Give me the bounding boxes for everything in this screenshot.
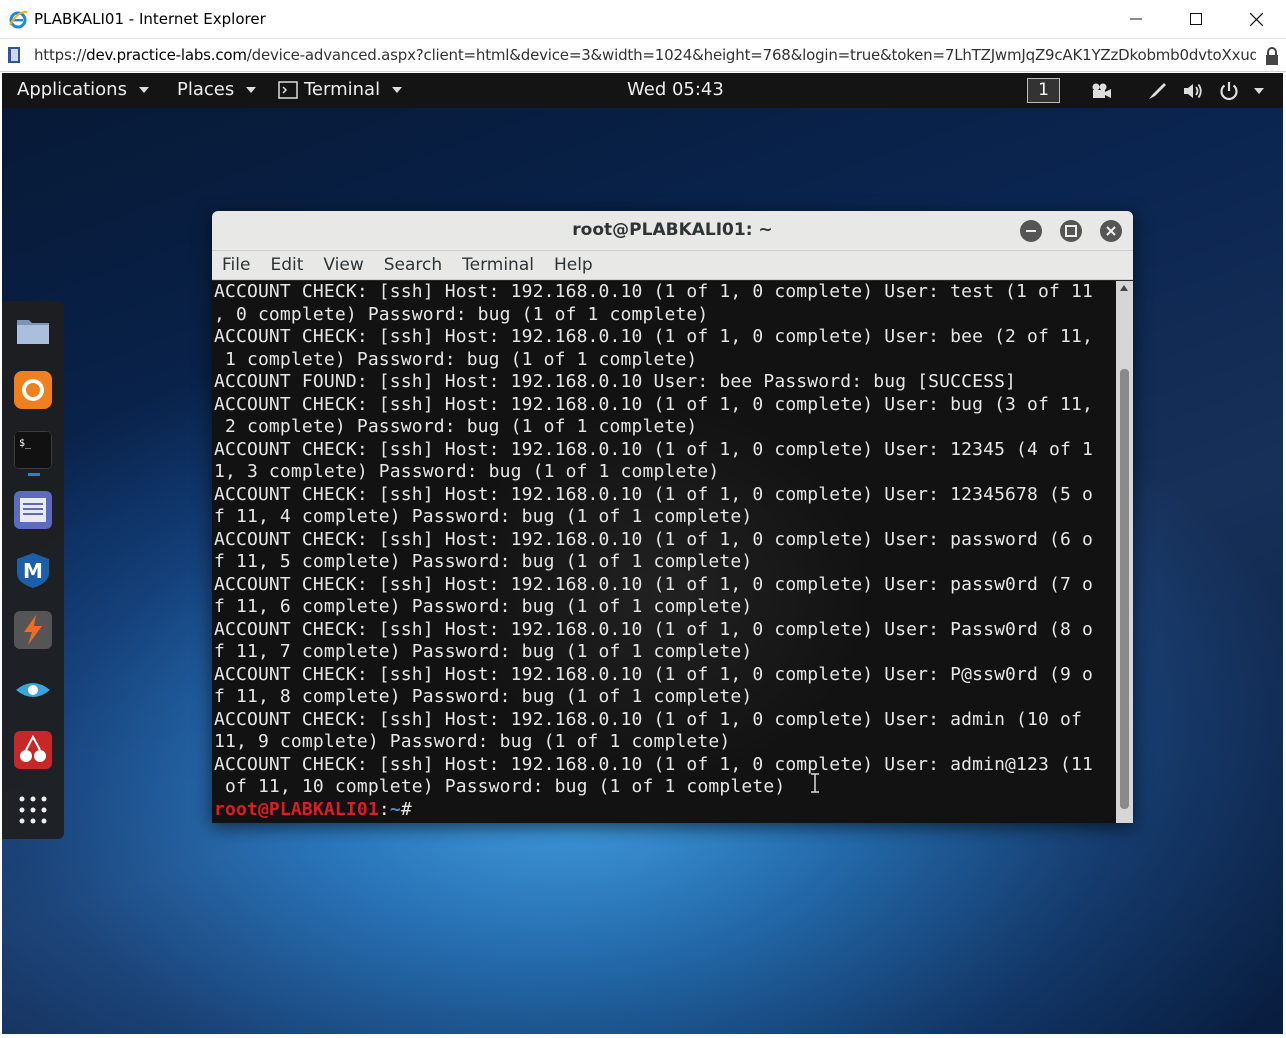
maximize-icon — [1065, 225, 1077, 237]
terminal-lines: ACCOUNT CHECK: [ssh] Host: 192.168.0.10 … — [212, 281, 1116, 799]
terminal-line: ACCOUNT FOUND: [ssh] Host: 192.168.0.10 … — [214, 371, 1017, 392]
active-app-indicator — [28, 473, 40, 476]
gnome-topbar: Applications Places Terminal Wed 05:43 1 — [2, 73, 1283, 108]
terminal-line: ACCOUNT CHECK: [ssh] Host: 192.168.0.10 … — [214, 393, 1093, 415]
burpsuite-icon[interactable] — [14, 611, 52, 649]
text-editor-icon[interactable] — [14, 491, 52, 529]
terminal-line: ACCOUNT CHECK: [ssh] Host: 192.168.0.10 … — [214, 326, 1093, 347]
terminal-line: ACCOUNT CHECK: [ssh] Host: 192.168.0.10 … — [214, 753, 1093, 775]
close-icon — [1106, 226, 1116, 236]
terminal-line: f 11, 6 complete) Password: bug (1 of 1 … — [214, 596, 753, 617]
prompt-path: ~ — [389, 798, 401, 820]
applications-label: Applications — [17, 79, 127, 100]
show-apps-icon[interactable] — [14, 791, 52, 829]
lock-icon[interactable] — [1264, 46, 1280, 66]
terminal-line: of 11, 10 complete) Password: bug (1 of … — [214, 776, 786, 797]
scroll-up-icon[interactable] — [1120, 285, 1128, 291]
svg-text:M: M — [23, 559, 43, 583]
terminal-line: 2 complete) Password: bug (1 of 1 comple… — [214, 416, 698, 437]
terminal-scrollbar[interactable] — [1116, 281, 1133, 823]
terminal-line: ACCOUNT CHECK: [ssh] Host: 192.168.0.10 … — [214, 528, 1093, 550]
terminal-titlebar[interactable]: root@PLABKALI01: ~ — [212, 211, 1133, 251]
terminal-app-menu[interactable]: Terminal — [278, 79, 403, 100]
window-title: PLABKALI01 - Internet Explorer — [34, 10, 266, 28]
text-cursor-icon — [811, 773, 819, 793]
files-icon[interactable] — [14, 311, 52, 349]
firefox-icon[interactable] — [14, 371, 52, 409]
url-path: /device-advanced.aspx?client=html&device… — [246, 46, 1256, 64]
terminal-menubar: File Edit View Search Terminal Help — [212, 251, 1133, 280]
terminal-line: ACCOUNT CHECK: [ssh] Host: 192.168.0.10 … — [214, 438, 1093, 460]
terminal-window[interactable]: root@PLABKALI01: ~ File Edit View Search… — [212, 211, 1133, 823]
close-icon — [1249, 12, 1263, 26]
video-camera-icon[interactable] — [1090, 81, 1112, 101]
browser-titlebar: PLABKALI01 - Internet Explorer — [0, 0, 1286, 38]
terminal-line: ACCOUNT CHECK: [ssh] Host: 192.168.0.10 … — [214, 618, 1093, 640]
menu-search[interactable]: Search — [384, 255, 442, 275]
terminal-line: ACCOUNT CHECK: [ssh] Host: 192.168.0.10 … — [214, 573, 1093, 595]
terminal-line: 1 complete) Password: bug (1 of 1 comple… — [214, 348, 698, 370]
cherrytree-icon[interactable] — [14, 731, 52, 769]
power-icon[interactable] — [1218, 80, 1240, 102]
pen-tool-icon[interactable] — [1147, 81, 1167, 101]
clock[interactable]: Wed 05:43 — [627, 79, 724, 100]
terminal-small-icon — [278, 80, 298, 99]
terminal-line: f 11, 7 complete) Password: bug (1 of 1 … — [214, 641, 753, 662]
chevron-down-icon — [392, 86, 403, 93]
scrollbar-thumb[interactable] — [1120, 369, 1129, 809]
minimize-icon — [1026, 230, 1036, 232]
metasploit-icon[interactable]: M — [14, 551, 52, 589]
terminal-line: ACCOUNT CHECK: [ssh] Host: 192.168.0.10 … — [214, 708, 1082, 730]
chevron-down-icon[interactable] — [1254, 88, 1264, 94]
url-domain: dev.practice-labs.com — [86, 46, 247, 64]
shell-prompt[interactable]: root@PLABKALI01:~# — [212, 799, 1116, 822]
terminal-icon[interactable]: $_ — [14, 431, 52, 469]
clock-label: Wed 05:43 — [627, 79, 724, 100]
eye-icon[interactable] — [14, 671, 52, 709]
internet-explorer-icon — [9, 10, 28, 29]
terminal-menu-label: Terminal — [304, 79, 381, 100]
terminal-line: ACCOUNT CHECK: [ssh] Host: 192.168.0.10 … — [214, 663, 1093, 685]
svg-text:$_: $_ — [19, 438, 32, 449]
menu-edit[interactable]: Edit — [270, 255, 303, 275]
page-icon — [8, 47, 20, 63]
chevron-down-icon — [246, 86, 257, 93]
minimize-button[interactable] — [1106, 0, 1166, 38]
terminal-minimize-button[interactable] — [1020, 220, 1042, 242]
terminal-close-button[interactable] — [1100, 220, 1122, 242]
terminal-line: f 11, 4 complete) Password: bug (1 of 1 … — [214, 506, 753, 527]
close-button[interactable] — [1226, 0, 1286, 38]
address-bar[interactable]: https://dev.practice-labs.com/device-adv… — [0, 38, 1286, 72]
terminal-line: ACCOUNT CHECK: [ssh] Host: 192.168.0.10 … — [214, 281, 1093, 302]
maximize-icon — [1190, 13, 1202, 25]
dock: $_ M — [2, 301, 64, 839]
url-scheme: https:// — [34, 46, 87, 64]
remote-desktop[interactable]: Applications Places Terminal Wed 05:43 1 — [2, 73, 1283, 1034]
url-field[interactable]: https://dev.practice-labs.com/device-adv… — [34, 46, 1256, 64]
terminal-line: f 11, 8 complete) Password: bug (1 of 1 … — [214, 686, 753, 707]
menu-file[interactable]: File — [222, 255, 250, 275]
chevron-down-icon — [138, 86, 149, 93]
minimize-icon — [1130, 18, 1142, 20]
terminal-line: ACCOUNT CHECK: [ssh] Host: 192.168.0.10 … — [214, 483, 1093, 505]
prompt-separator: : — [378, 798, 390, 820]
applications-menu[interactable]: Applications — [17, 79, 149, 100]
places-menu[interactable]: Places — [177, 79, 257, 100]
menu-view[interactable]: View — [323, 255, 363, 275]
menu-help[interactable]: Help — [554, 255, 593, 275]
prompt-end: # — [400, 798, 423, 820]
terminal-maximize-button[interactable] — [1060, 220, 1082, 242]
terminal-title: root@PLABKALI01: ~ — [572, 220, 773, 240]
maximize-button[interactable] — [1166, 0, 1226, 38]
terminal-line: , 0 complete) Password: bug (1 of 1 comp… — [214, 303, 709, 325]
workspace-indicator[interactable]: 1 — [1027, 78, 1060, 103]
menu-terminal[interactable]: Terminal — [462, 255, 534, 275]
terminal-line: f 11, 5 complete) Password: bug (1 of 1 … — [214, 551, 753, 572]
places-label: Places — [177, 79, 235, 100]
terminal-line: 1, 3 complete) Password: bug (1 of 1 com… — [214, 461, 720, 482]
prompt-user: root@PLABKALI01 — [214, 798, 379, 820]
terminal-line: 11, 9 complete) Password: bug (1 of 1 co… — [214, 731, 731, 752]
volume-icon[interactable] — [1182, 81, 1204, 101]
terminal-output[interactable]: ACCOUNT CHECK: [ssh] Host: 192.168.0.10 … — [212, 281, 1116, 823]
